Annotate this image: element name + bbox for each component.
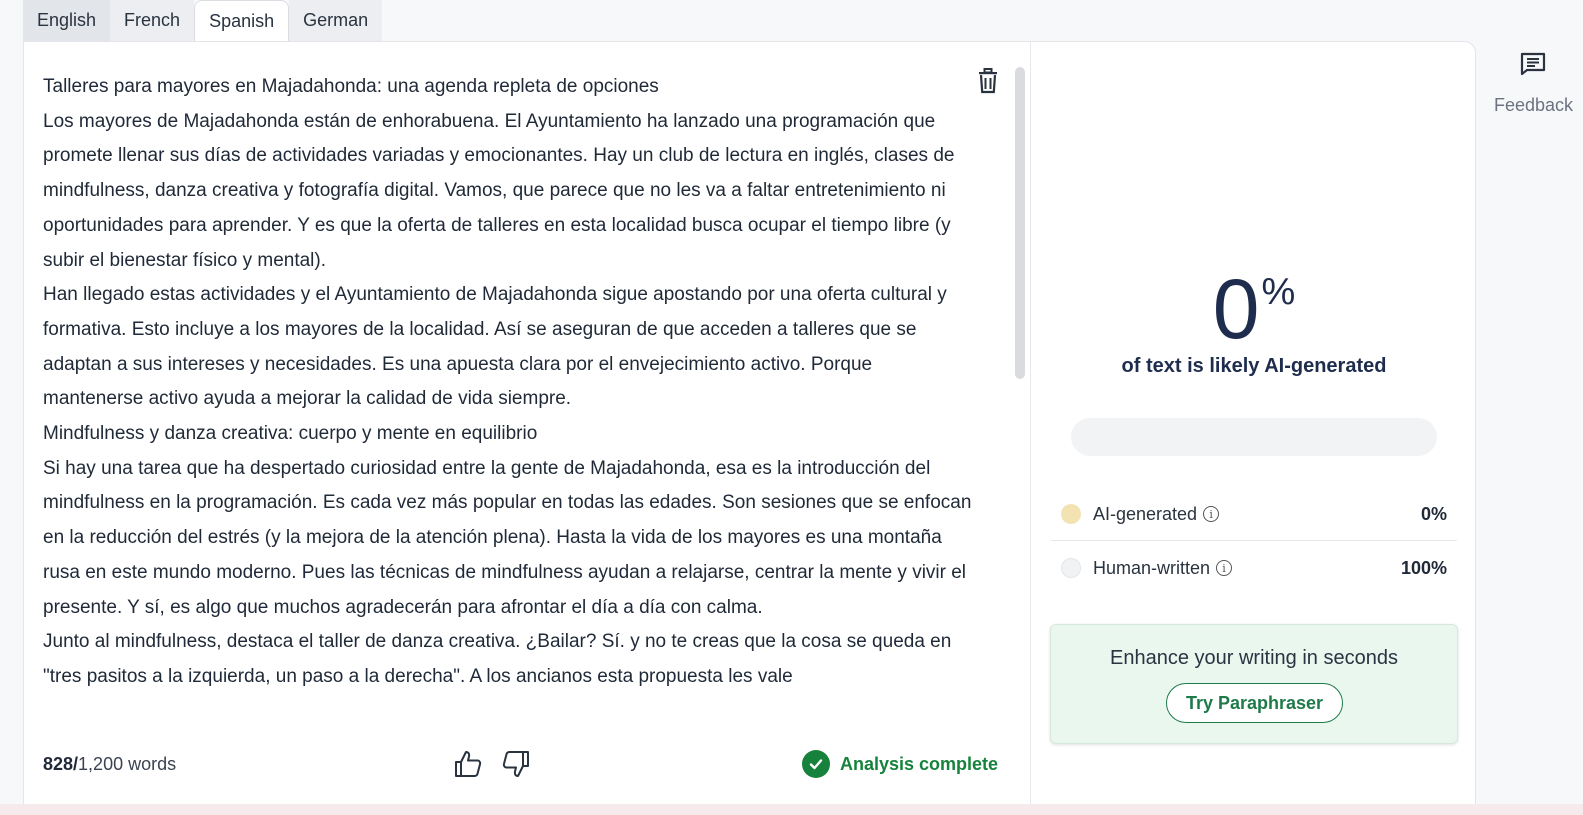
text-editor[interactable]: Talleres para mayores en Majadahonda: un… <box>24 42 1030 732</box>
language-tabs: English French Spanish German <box>23 0 383 41</box>
ai-dot <box>1061 504 1081 524</box>
tab-english[interactable]: English <box>23 0 111 41</box>
paragraph: Si hay una tarea que ha despertado curio… <box>43 457 972 618</box>
thumbs-down-icon[interactable] <box>500 748 532 780</box>
result-row-ai: AI-generated i 0% <box>1051 487 1457 541</box>
tab-label: Spanish <box>209 10 275 31</box>
paragraph: Junto al mindfulness, destaca el taller … <box>43 631 952 687</box>
ai-meter <box>1071 418 1437 456</box>
result-label: Human-written <box>1093 557 1211 578</box>
results-panel: 0% of text is likely AI-generated AI-gen… <box>1031 42 1477 815</box>
analysis-status: Analysis complete <box>802 750 998 778</box>
editor-scrollbar[interactable] <box>1015 67 1025 379</box>
thumbs-up-icon[interactable] <box>452 748 484 780</box>
ai-score-caption: of text is likely AI-generated <box>1121 355 1387 377</box>
info-icon[interactable]: i <box>1203 506 1220 522</box>
feedback-button[interactable]: Feedback <box>1494 52 1583 116</box>
info-icon[interactable]: i <box>1216 560 1233 576</box>
paragraph: Mindfulness y danza creativa: cuerpo y m… <box>43 423 538 445</box>
paragraph: Talleres para mayores en Majadahonda: un… <box>43 76 659 97</box>
result-row-human: Human-written i 100% <box>1051 541 1457 595</box>
result-value: 100% <box>1400 557 1447 578</box>
status-text: Analysis complete <box>840 753 999 774</box>
word-count-value: 828/ <box>43 754 79 774</box>
ai-score-value: 0 <box>1212 262 1260 356</box>
editor-footer: 828/1,200 words Analysis complete <box>24 732 1030 792</box>
editor-text[interactable]: Talleres para mayores en Majadahonda: un… <box>43 70 973 695</box>
human-dot <box>1061 558 1081 578</box>
try-paraphraser-button[interactable]: Try Paraphraser <box>1166 683 1343 723</box>
result-label: AI-generated <box>1093 503 1198 524</box>
word-limit: 1,200 words <box>78 754 177 774</box>
paragraph: Los mayores de Majadahonda están de enho… <box>43 110 955 271</box>
paraphraser-promo: Enhance your writing in seconds Try Para… <box>1050 624 1458 744</box>
tab-spanish[interactable]: Spanish <box>194 0 290 41</box>
detector-card: Talleres para mayores en Majadahonda: un… <box>23 41 1476 815</box>
tab-label: German <box>303 10 369 30</box>
ai-score: 0% <box>1031 267 1477 351</box>
paragraph: Han llegado estas actividades y el Ayunt… <box>43 284 947 410</box>
check-circle-icon <box>802 750 830 778</box>
tab-german[interactable]: German <box>289 0 383 41</box>
word-count: 828/1,200 words <box>43 754 176 775</box>
result-value: 0% <box>1420 503 1447 524</box>
ai-score-sign: % <box>1261 271 1296 313</box>
tab-label: English <box>37 10 97 30</box>
feedback-label: Feedback <box>1494 95 1574 115</box>
trash-icon[interactable] <box>977 68 999 94</box>
tab-label: French <box>124 10 181 30</box>
page-bottom-border <box>0 804 1583 815</box>
feedback-icon <box>1520 52 1546 76</box>
tab-french[interactable]: French <box>110 0 195 41</box>
promo-text: Enhance your writing in seconds <box>1110 647 1398 669</box>
